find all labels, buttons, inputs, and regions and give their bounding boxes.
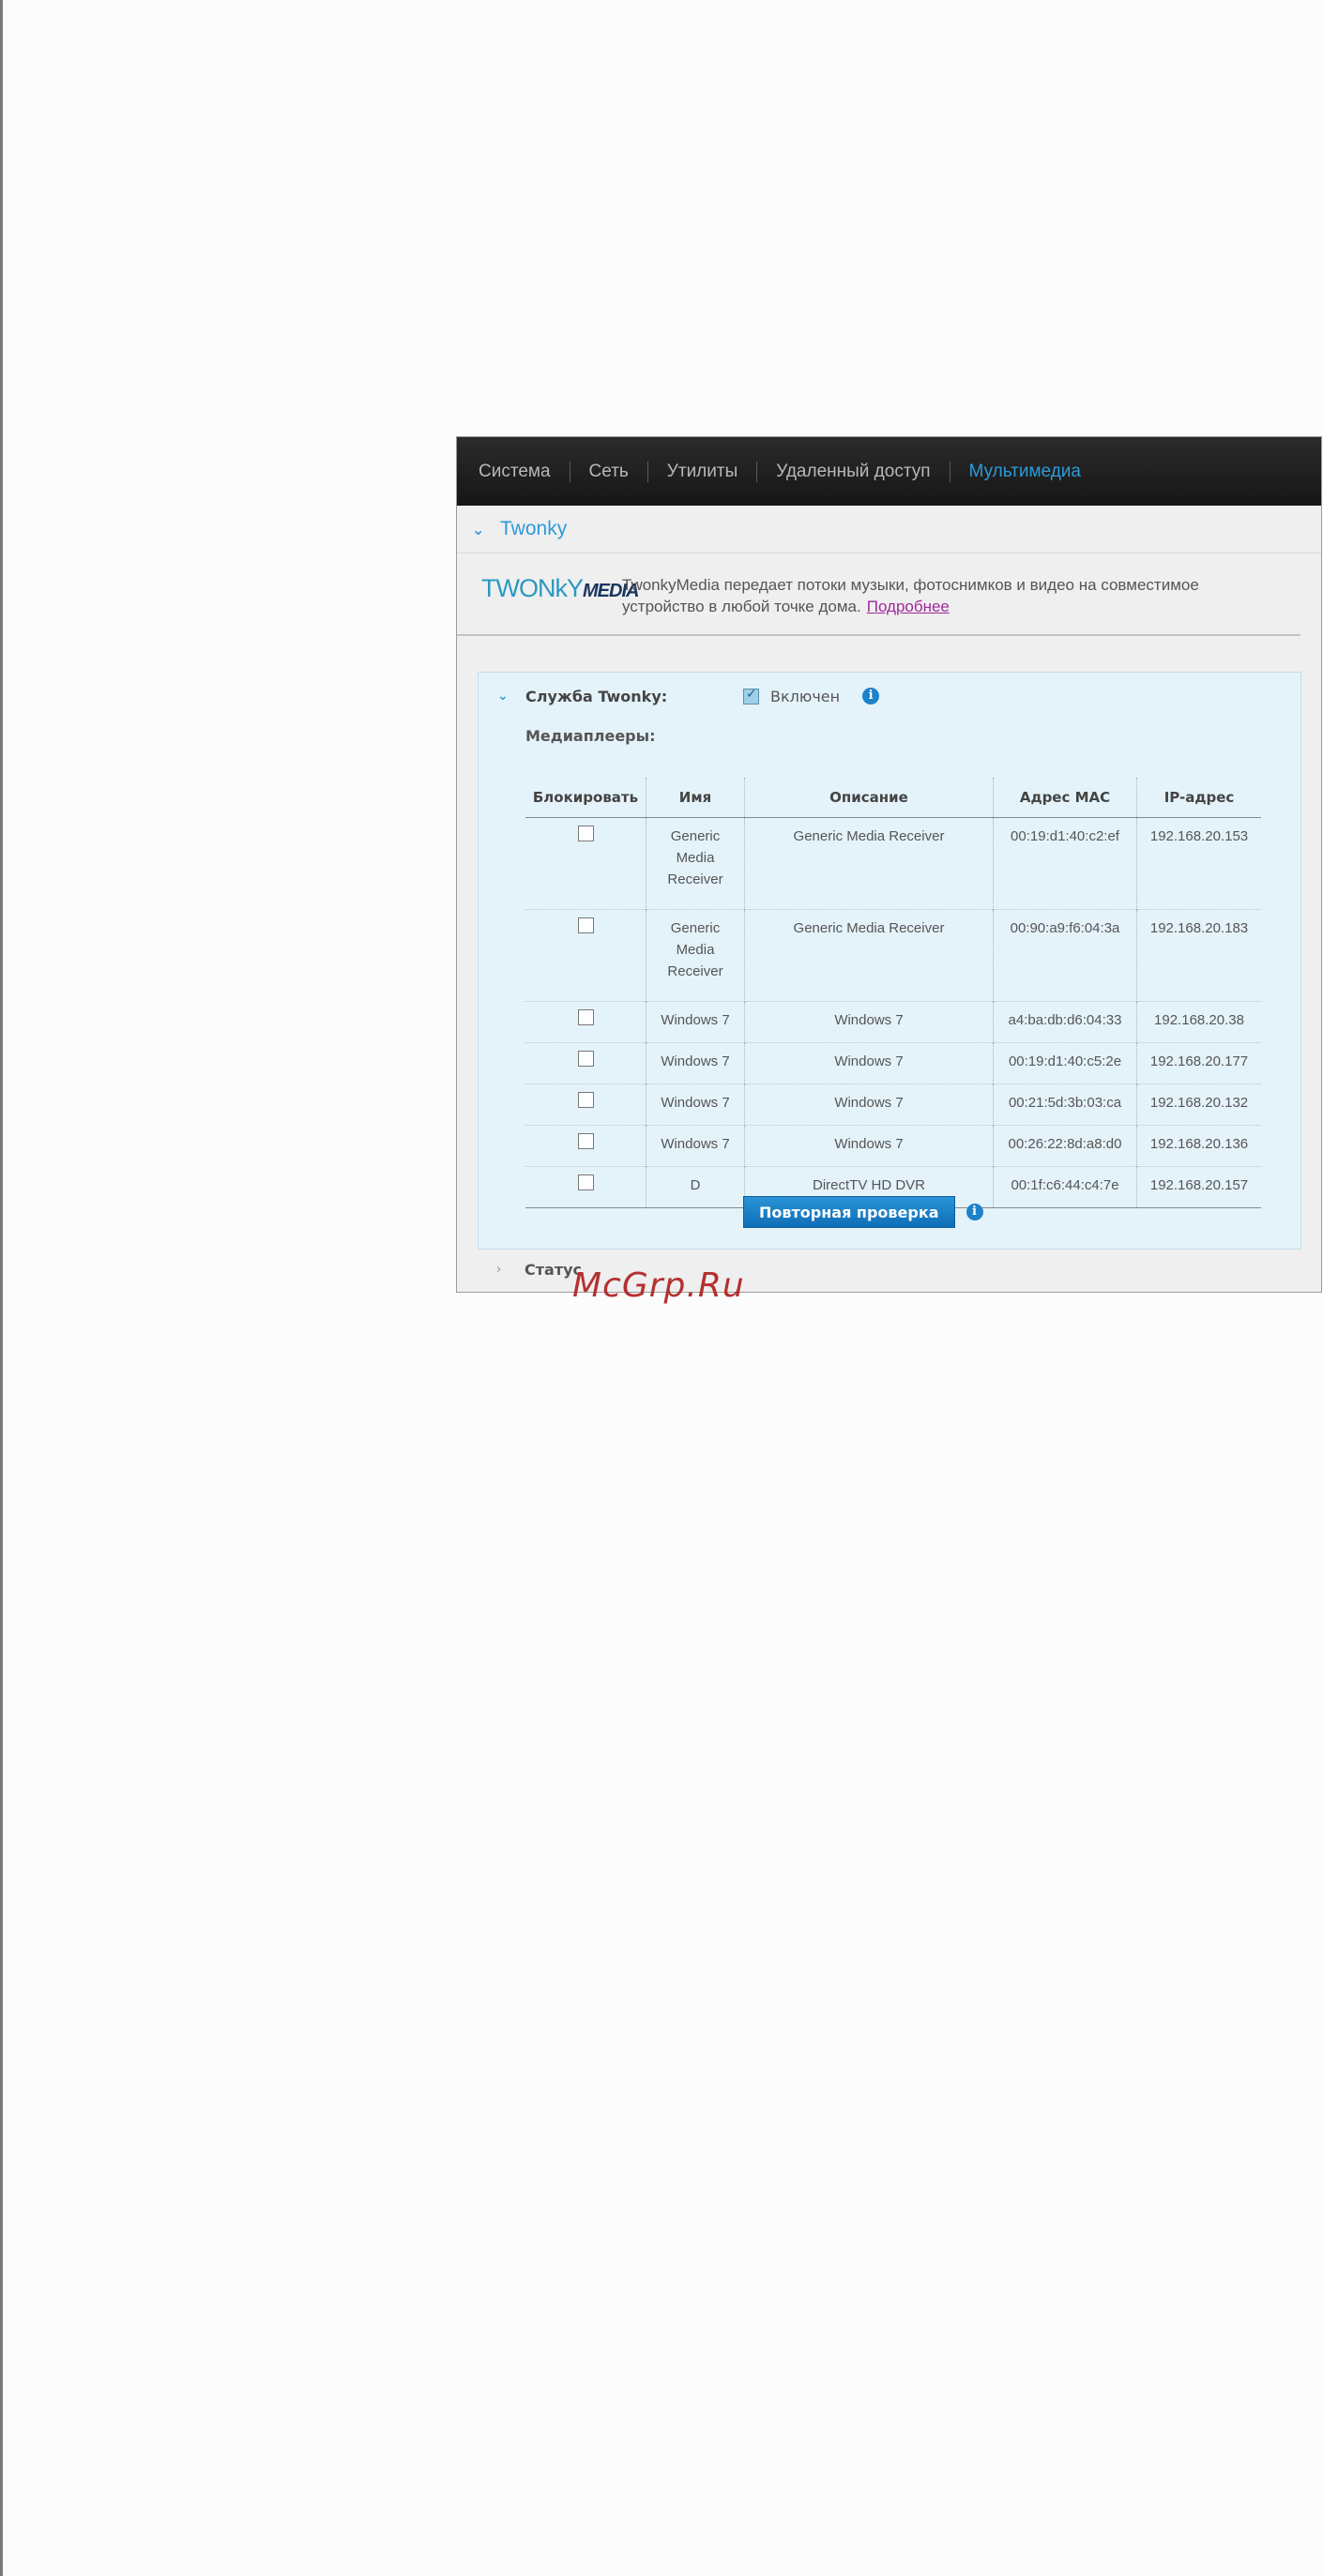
page-left-border (0, 0, 3, 2576)
column-header-block: Блокировать (525, 778, 646, 818)
watermark: McGrp.Ru (572, 1266, 745, 1305)
player-description: Windows 7 (744, 1042, 994, 1084)
nav-remote-access[interactable]: Удаленный доступ (776, 462, 949, 482)
block-checkbox[interactable] (577, 1174, 594, 1190)
rescan-button[interactable]: Повторная проверка (743, 1196, 955, 1228)
table-row: Windows 7 Windows 7 00:26:22:8d:a8:d0 19… (525, 1125, 1261, 1167)
column-header-name: Имя (646, 778, 745, 818)
player-ip: 192.168.20.132 (1136, 1083, 1261, 1126)
chevron-right-icon: › (496, 1263, 502, 1277)
block-checkbox[interactable] (577, 917, 594, 933)
twonky-intro: TWONkYMEDIA TwonkyMedia передает потоки … (457, 553, 1300, 636)
twonky-settings-screenshot: Система Сеть Утилиты Удаленный доступ Му… (456, 436, 1322, 1293)
player-mac: 00:90:a9:f6:04:3a (993, 909, 1137, 1002)
player-ip: 192.168.20.157 (1136, 1166, 1261, 1208)
player-name: Generic Media Receiver (667, 828, 723, 887)
player-ip: 192.168.20.136 (1136, 1125, 1261, 1167)
column-header-ip: IP-адрес (1136, 778, 1261, 818)
service-state-label: Включен (770, 687, 841, 705)
player-name: Generic Media Receiver (667, 920, 723, 979)
chevron-down-icon[interactable]: ⌄ (497, 689, 525, 704)
chevron-down-icon: ⌄ (472, 520, 485, 538)
player-mac: a4:ba:db:d6:04:33 (993, 1001, 1137, 1043)
player-mac: 00:26:22:8d:a8:d0 (993, 1125, 1137, 1167)
player-description: Windows 7 (744, 1125, 994, 1167)
player-name: Windows 7 (646, 1001, 745, 1043)
player-name: D (646, 1166, 745, 1208)
top-navigation: Система Сеть Утилиты Удаленный доступ Му… (457, 437, 1321, 506)
twonky-service-panel: ⌄ Служба Twonky: Включен i Медиаплееры: … (478, 672, 1301, 1250)
twonky-section-header[interactable]: ⌄ Twonky (457, 506, 1321, 553)
block-checkbox[interactable] (577, 1133, 594, 1149)
status-section-header[interactable]: › Статус (496, 1261, 582, 1279)
player-ip: 192.168.20.153 (1136, 817, 1261, 910)
info-icon[interactable]: i (966, 1204, 983, 1220)
table-row: Windows 7 Windows 7 00:21:5d:3b:03:ca 19… (525, 1083, 1261, 1126)
table-row: Generic Media Receiver Generic Media Rec… (525, 909, 1261, 1002)
player-name: Windows 7 (646, 1042, 745, 1084)
nav-multimedia[interactable]: Мультимедиа (969, 462, 1100, 482)
player-mac: 00:1f:c6:44:c4:7e (993, 1166, 1137, 1208)
player-description: Generic Media Receiver (744, 909, 994, 1002)
table-row: Windows 7 Windows 7 00:19:d1:40:c5:2e 19… (525, 1042, 1261, 1084)
player-ip: 192.168.20.38 (1136, 1001, 1261, 1043)
service-enabled-checkbox[interactable] (743, 687, 759, 705)
player-name: Windows 7 (646, 1083, 745, 1126)
learn-more-link[interactable]: Подробнее (867, 598, 950, 615)
nav-separator (646, 461, 648, 482)
column-header-description: Описание (744, 778, 994, 818)
player-ip: 192.168.20.183 (1136, 909, 1261, 1002)
block-checkbox[interactable] (577, 1009, 594, 1025)
player-description: Windows 7 (744, 1083, 994, 1126)
section-title: Twonky (500, 518, 568, 539)
intro-description: TwonkyMedia передает потоки музыки, фото… (622, 576, 1199, 615)
nav-separator (756, 461, 758, 482)
nav-network[interactable]: Сеть (589, 462, 647, 482)
block-checkbox[interactable] (577, 1051, 594, 1067)
table-row: Windows 7 Windows 7 a4:ba:db:d6:04:33 19… (525, 1001, 1261, 1043)
info-icon[interactable]: i (862, 688, 880, 705)
player-description: Generic Media Receiver (744, 817, 994, 910)
service-label: Служба Twonky: (525, 687, 668, 705)
service-row: ⌄ Служба Twonky: Включен i (497, 682, 880, 710)
nav-system[interactable]: Система (479, 462, 570, 482)
block-checkbox[interactable] (577, 826, 594, 841)
player-mac: 00:19:d1:40:c2:ef (993, 817, 1137, 910)
twonky-media-logo: TWONkYMEDIA (481, 574, 639, 602)
player-name: Windows 7 (646, 1125, 745, 1167)
column-header-mac: Адрес MAC (993, 778, 1137, 818)
player-mac: 00:19:d1:40:c5:2e (993, 1042, 1137, 1084)
player-description: Windows 7 (744, 1001, 994, 1043)
media-players-label: Медиаплееры: (525, 727, 656, 745)
table-row: Generic Media Receiver Generic Media Rec… (525, 817, 1261, 910)
rescan-row: Повторная проверка i (743, 1196, 983, 1228)
block-checkbox[interactable] (577, 1092, 594, 1108)
media-players-table: Блокировать Имя Описание Адрес MAC IP-ад… (525, 778, 1261, 1208)
player-ip: 192.168.20.177 (1136, 1042, 1261, 1084)
nav-utilities[interactable]: Утилиты (667, 462, 756, 482)
player-mac: 00:21:5d:3b:03:ca (993, 1083, 1137, 1126)
